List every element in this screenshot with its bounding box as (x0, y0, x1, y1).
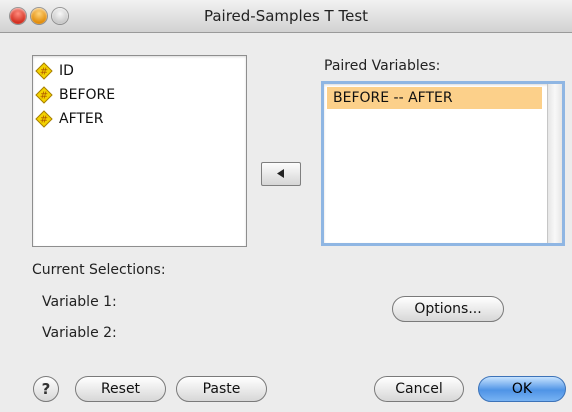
variable-label: ID (59, 63, 74, 79)
variable-label: BEFORE (59, 87, 116, 103)
numeric-variable-icon: # (35, 62, 53, 80)
svg-text:#: # (40, 67, 48, 78)
paired-variables-list[interactable]: BEFORE -- AFTER (321, 81, 565, 246)
numeric-variable-icon: # (35, 110, 53, 128)
window-title: Paired-Samples T Test (203, 7, 369, 25)
current-selections-heading: Current Selections: (32, 262, 166, 278)
variable-label: AFTER (59, 111, 104, 127)
ok-button[interactable]: OK (478, 376, 566, 402)
move-variable-button[interactable] (261, 162, 301, 186)
numeric-variable-icon: # (35, 86, 53, 104)
paired-variables-label: Paired Variables: (324, 58, 441, 74)
svg-text:#: # (40, 91, 48, 102)
help-icon[interactable]: ? (33, 376, 59, 402)
vertical-scrollbar[interactable] (547, 84, 562, 243)
arrow-left-icon (277, 169, 284, 178)
paired-item-selected[interactable]: BEFORE -- AFTER (327, 87, 542, 109)
variable2-label: Variable 2: (42, 325, 117, 341)
svg-text:#: # (40, 115, 48, 126)
source-variable-list[interactable]: # ID # BEFORE # AFTER (32, 55, 247, 247)
list-item[interactable]: # ID (35, 59, 74, 83)
list-item[interactable]: # BEFORE (35, 83, 115, 107)
cancel-button[interactable]: Cancel (374, 376, 464, 402)
reset-button[interactable]: Reset (75, 376, 166, 402)
list-item[interactable]: # AFTER (35, 107, 104, 131)
paste-button[interactable]: Paste (176, 376, 267, 402)
title-bar: Paired-Samples T Test (0, 0, 572, 33)
options-button[interactable]: Options... (392, 296, 504, 322)
variable1-label: Variable 1: (42, 294, 117, 310)
